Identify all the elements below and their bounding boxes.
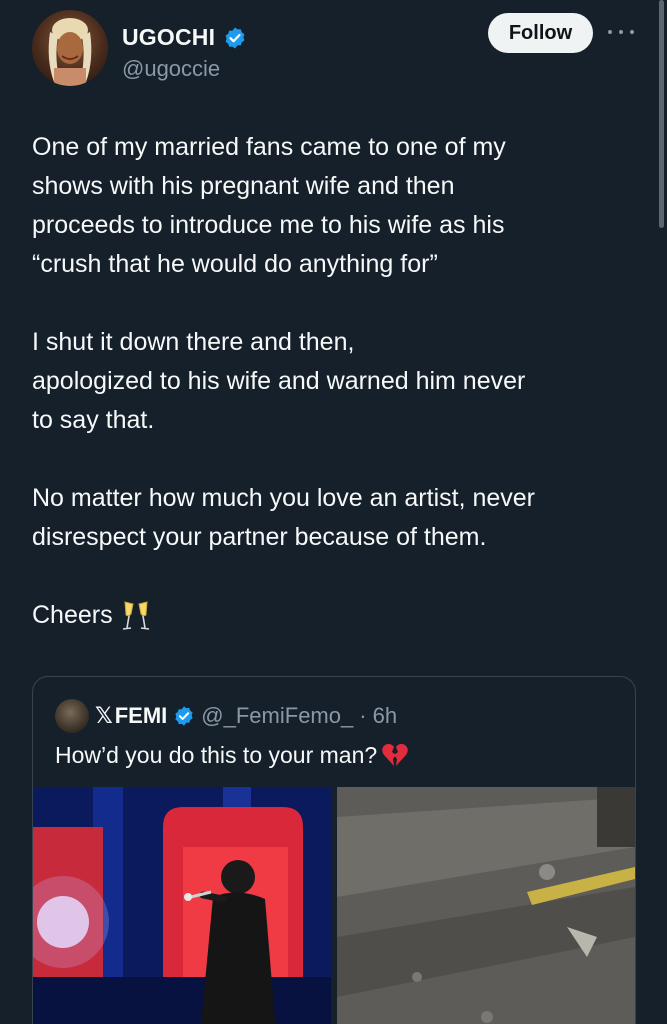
quoted-display-name[interactable]: FEMI xyxy=(115,703,168,729)
tweet-closing: Cheers xyxy=(32,596,632,635)
tweet-paragraph: No matter how much you love an artist, n… xyxy=(32,484,536,551)
quoted-handle[interactable]: @_FemiFemo_ xyxy=(201,703,353,729)
quoted-tweet[interactable]: 𝕏 FEMI @_FemiFemo_ · 6h How’d you do thi… xyxy=(32,676,636,1024)
quoted-avatar[interactable] xyxy=(55,699,89,733)
tweet-text: One of my married fans came to one of my… xyxy=(32,128,632,635)
stage-performance-photo[interactable] xyxy=(33,787,331,1024)
author-handle[interactable]: @ugoccie xyxy=(122,56,220,82)
champagne-glasses-icon xyxy=(122,600,149,630)
tweet-header: UGOCHI @ugoccie Follow xyxy=(32,10,634,90)
verified-badge-icon xyxy=(175,706,193,726)
quoted-timestamp[interactable]: · 6h xyxy=(359,703,397,729)
dot xyxy=(630,30,634,34)
follow-button[interactable]: Follow xyxy=(488,13,593,53)
tweet-paragraph: One of my married fans came to one of my… xyxy=(32,133,506,278)
author-name-row: UGOCHI xyxy=(122,24,247,51)
author-display-name[interactable]: UGOCHI xyxy=(122,24,215,51)
dot xyxy=(619,30,623,34)
street-photo-art xyxy=(337,787,635,1024)
stage-photo-art xyxy=(33,787,331,1024)
quoted-text: How’d you do this to your man? xyxy=(55,741,378,768)
x-logo-icon: 𝕏 xyxy=(95,703,113,728)
avatar-portrait xyxy=(48,18,92,86)
tweet-paragraph: I shut it down there and then, apologize… xyxy=(32,328,526,434)
tweet-page: UGOCHI @ugoccie Follow One of my married… xyxy=(0,0,667,1024)
closing-text: Cheers xyxy=(32,601,113,629)
quoted-tweet-text: How’d you do this to your man? xyxy=(55,741,409,769)
street-ground-photo[interactable] xyxy=(337,787,635,1024)
broken-heart-icon xyxy=(382,743,408,766)
scrollbar[interactable] xyxy=(659,0,664,228)
quoted-tweet-header: 𝕏 FEMI @_FemiFemo_ · 6h xyxy=(55,699,397,733)
avatar[interactable] xyxy=(32,10,108,86)
more-dots-icon[interactable] xyxy=(608,22,634,42)
dot xyxy=(608,30,612,34)
verified-badge-icon xyxy=(225,27,245,48)
